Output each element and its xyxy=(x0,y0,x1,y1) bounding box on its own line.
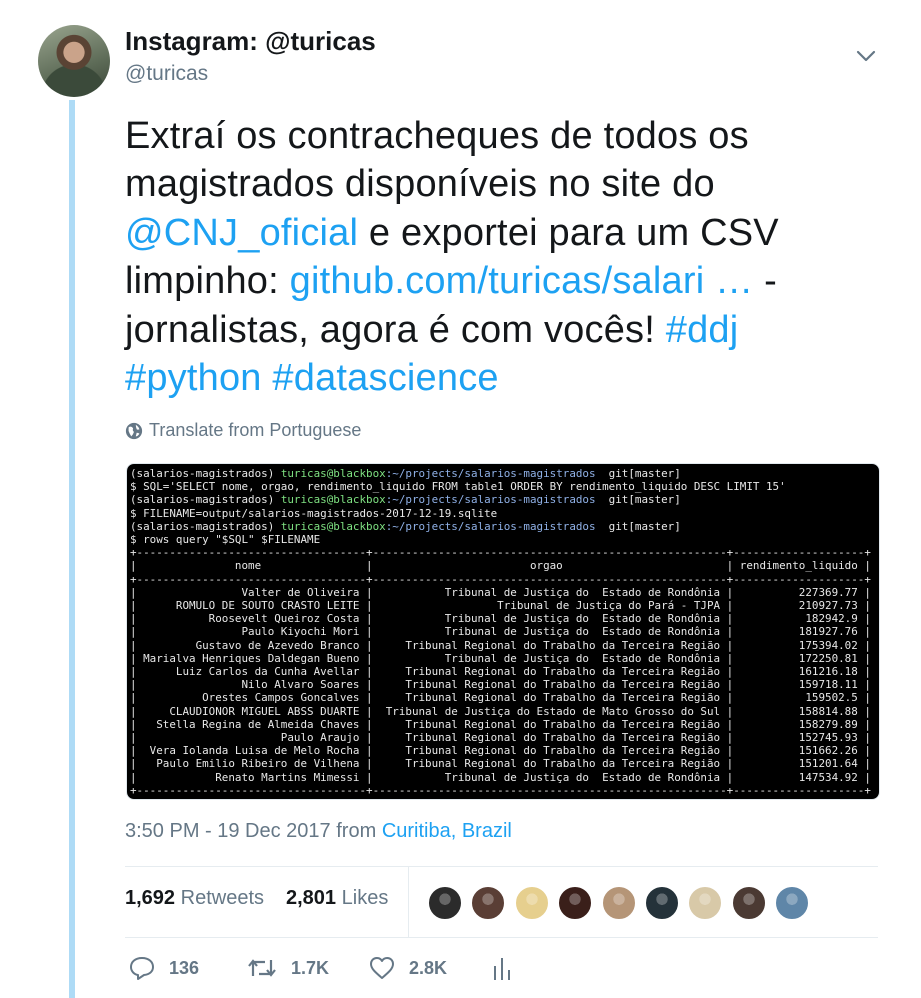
retweets-label: Retweets xyxy=(180,887,264,909)
terminal-output: (salarios-magistrados) turicas@blackbox:… xyxy=(130,467,871,797)
reply-icon xyxy=(130,957,154,980)
table-row: | Paulo Araujo | Tribunal Regional do Tr… xyxy=(130,731,871,745)
liker-avatar-5[interactable] xyxy=(600,885,637,921)
liker-avatar-1[interactable] xyxy=(427,885,463,921)
table-row: | Paulo Kiyochi Mori | Tribunal de Justi… xyxy=(130,625,871,639)
analytics-icon xyxy=(494,958,510,980)
analytics-button[interactable] xyxy=(492,956,512,982)
table-row: | Gustavo de Azevedo Branco | Tribunal R… xyxy=(130,638,871,652)
table-row: | Roosevelt Queiroz Costa | Tribunal de … xyxy=(130,612,871,626)
retweets-stat[interactable]: 1,692 Retweets xyxy=(125,887,264,910)
divider xyxy=(408,867,409,937)
url-link[interactable]: github.com/turicas/salari … xyxy=(290,260,754,302)
reply-button[interactable]: 136 xyxy=(129,956,199,980)
table-row: | Stella Regina de Almeida Chaves | Trib… xyxy=(130,717,871,731)
table-row: | ROMULO DE SOUTO CRASTO LEITE | Tribuna… xyxy=(130,599,871,613)
terminal-command: $ FILENAME=output/salarios-magistrados-2… xyxy=(130,506,498,520)
liker-avatar-2[interactable] xyxy=(470,885,507,921)
table-row: | Renato Martins Mimessi | Tribunal de J… xyxy=(130,770,871,784)
translate-button[interactable]: Translate from Portuguese xyxy=(125,420,361,441)
terminal-command: $ rows query "$SQL" $FILENAME xyxy=(130,533,321,547)
table-row: | Vera Iolanda Luisa de Melo Rocha | Tri… xyxy=(130,744,871,758)
divider xyxy=(125,866,878,867)
liker-avatar-8[interactable] xyxy=(730,885,767,921)
liker-avatar-7[interactable] xyxy=(687,885,724,921)
table-row: | Nilo Alvaro Soares | Tribunal Regional… xyxy=(130,678,871,692)
heart-icon xyxy=(370,957,394,979)
table-row: | Orestes Campos Goncalves | Tribunal Re… xyxy=(130,691,871,705)
retweet-count: 1.7K xyxy=(291,957,330,978)
mention-link[interactable]: @CNJ_oficial xyxy=(125,212,358,254)
liker-avatar-3[interactable] xyxy=(513,885,550,921)
divider xyxy=(125,937,878,938)
tweet-text: Extraí os contracheques de todos os magi… xyxy=(125,112,855,402)
tweet-timestamp: 3:50 PM - 19 Dec 2017 from Curitiba, Bra… xyxy=(125,820,512,843)
table-row: | CLAUDIONOR MIGUEL ABSS DUARTE | Tribun… xyxy=(130,704,871,718)
liker-avatar-9[interactable] xyxy=(774,885,811,921)
translate-label: Translate from Portuguese xyxy=(149,420,362,440)
retweet-icon xyxy=(248,959,276,977)
table-row: | Valter de Oliveira | Tribunal de Justi… xyxy=(130,585,871,599)
terminal-prompt: (salarios-magistrados) turicas@blackbox:… xyxy=(130,519,681,533)
author-display-name[interactable]: Instagram: @turicas xyxy=(125,26,376,56)
liker-avatar-6[interactable] xyxy=(644,885,680,921)
liker-avatar-4[interactable] xyxy=(557,885,594,921)
table-row: | Marialva Henriques Daldegan Bueno | Tr… xyxy=(130,651,871,665)
table-row: | Paulo Emilio Ribeiro de Vilhena | Trib… xyxy=(130,757,871,771)
table-row: | Luiz Carlos da Cunha Avellar | Tribuna… xyxy=(130,665,871,679)
location-link[interactable]: Curitiba, Brazil xyxy=(382,820,512,842)
like-count: 2.8K xyxy=(409,957,448,978)
terminal-screenshot-image[interactable]: (salarios-magistrados) turicas@blackbox:… xyxy=(126,463,880,800)
chevron-down-icon[interactable] xyxy=(854,44,878,68)
likes-stat[interactable]: 2,801 Likes xyxy=(286,887,388,910)
like-button[interactable]: 2.8K xyxy=(369,956,447,980)
globe-icon xyxy=(125,422,143,439)
terminal-command: $ SQL='SELECT nome, orgao, rendimento_li… xyxy=(130,480,786,494)
from-label: from xyxy=(336,820,377,842)
hashtag-ddj[interactable]: #ddj xyxy=(666,309,739,351)
terminal-prompt: (salarios-magistrados) turicas@blackbox:… xyxy=(130,467,681,480)
tweet-text-part: Extraí os contracheques de todos os magi… xyxy=(125,115,749,206)
retweet-button[interactable]: 1.7K xyxy=(247,956,329,980)
reply-count: 136 xyxy=(169,957,200,978)
thread-line xyxy=(69,100,75,998)
likes-label: Likes xyxy=(341,887,389,909)
hashtag-datascience[interactable]: #datascience xyxy=(272,357,498,399)
terminal-prompt: (salarios-magistrados) turicas@blackbox:… xyxy=(130,493,681,507)
author-avatar[interactable] xyxy=(38,25,110,97)
retweets-count: 1,692 xyxy=(125,887,176,909)
author-handle[interactable]: @turicas xyxy=(125,62,208,86)
likes-count: 2,801 xyxy=(286,887,337,909)
timestamp-text[interactable]: 3:50 PM - 19 Dec 2017 xyxy=(125,820,331,842)
hashtag-python[interactable]: #python xyxy=(125,357,262,399)
